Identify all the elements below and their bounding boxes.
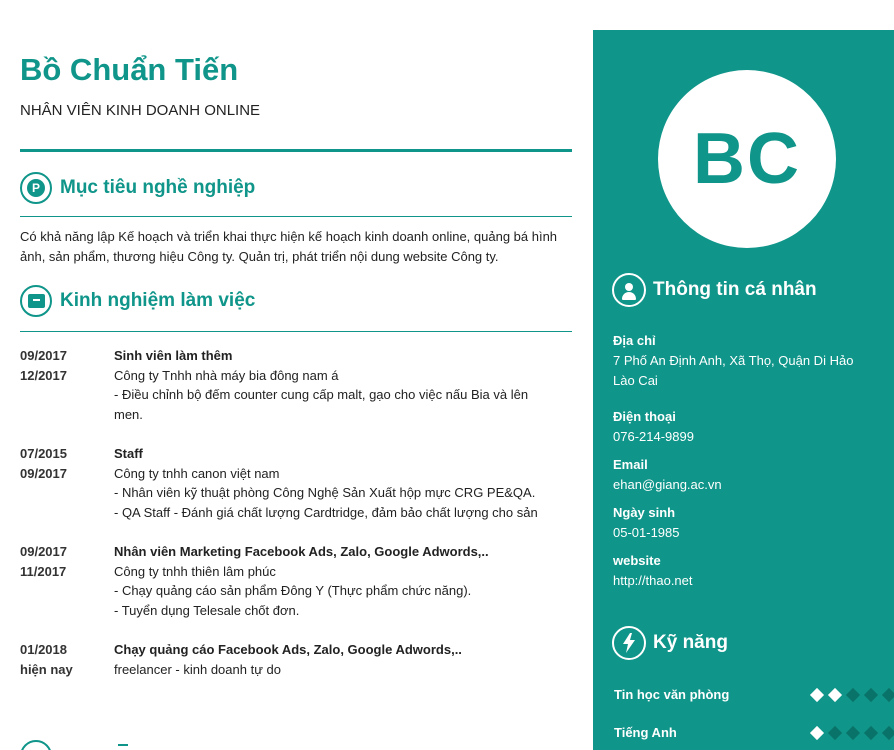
skill-diamond-filled (827, 687, 843, 703)
skills-heading: Kỹ năng (612, 626, 728, 660)
lightning-bolt-icon (612, 626, 646, 660)
phone-value: 076-214-9899 (613, 429, 694, 444)
job-entry: 09/2017 11/2017 Nhân viên Marketing Face… (20, 542, 580, 622)
website-value: http://thao.net (613, 573, 693, 588)
skill-diamond-filled (809, 725, 825, 741)
job-start-date: 09/2017 (20, 348, 67, 363)
email-value: ehan@giang.ac.vn (613, 477, 722, 492)
candidate-role: NHÂN VIÊN KINH DOANH ONLINE (20, 102, 261, 119)
skill-diamond-empty (881, 687, 894, 703)
skill-row: Tin học văn phòng (614, 687, 894, 703)
job-description: - Điều chỉnh bộ đếm counter cung cấp mal… (114, 387, 529, 402)
objective-heading: P Mục tiêu nghề nghiệp (20, 172, 255, 204)
address-line: 7 Phố An Định Anh, Xã Thọ, Quận Di Hảo (613, 353, 854, 368)
archive-box-icon (20, 285, 52, 317)
skill-diamond-empty (827, 725, 843, 741)
next-section-title-peek (118, 744, 128, 750)
phone-block: Điện thoại 076-214-9899 (613, 407, 883, 447)
main-column: Bồ Chuẩn Tiến NHÂN VIÊN KINH DOANH ONLIN… (0, 0, 593, 750)
phone-label: Điện thoại (613, 409, 676, 424)
job-company: Công ty tnhh canon việt nam (114, 465, 280, 481)
header-divider (20, 149, 572, 152)
personal-info-title: Thông tin cá nhân (653, 279, 817, 300)
job-description: - Nhân viên kỹ thuật phòng Công Nghệ Sản… (114, 485, 536, 500)
address-line: Lào Cai (613, 373, 658, 388)
skills-title: Kỹ năng (653, 632, 728, 653)
job-dates: 07/2015 09/2017 (20, 444, 110, 484)
objective-title: Mục tiêu nghề nghiệp (60, 177, 256, 198)
skill-diamond-empty (863, 687, 879, 703)
website-block: website http://thao.net (613, 551, 883, 591)
website-label: website (613, 553, 661, 568)
job-start-date: 09/2017 (20, 544, 67, 559)
job-company: Công ty tnhh thiên lâm phúc (114, 563, 276, 579)
job-entry: 01/2018 hiện nay Chạy quảng cáo Facebook… (20, 640, 580, 684)
skill-diamond-empty (881, 725, 894, 741)
job-description: - Chạy quảng cáo sản phẩm Đông Y (Thực p… (114, 583, 472, 598)
experience-heading: Kinh nghiệm làm việc (20, 285, 255, 317)
email-label: Email (613, 457, 648, 472)
skill-diamond-filled (809, 687, 825, 703)
user-icon (612, 273, 646, 307)
job-dates: 01/2018 hiện nay (20, 640, 110, 680)
candidate-name: Bồ Chuẩn Tiến (20, 52, 239, 87)
job-title: Nhân viên Marketing Facebook Ads, Zalo, … (114, 544, 489, 559)
experience-divider (20, 331, 572, 332)
next-section-icon (20, 740, 52, 750)
skill-diamond-empty (845, 687, 861, 703)
avatar: BC (658, 70, 836, 248)
skill-name: Tiếng Anh (614, 725, 677, 740)
skill-rating (809, 725, 894, 741)
job-dates: 09/2017 11/2017 (20, 542, 110, 582)
job-end-date: 12/2017 (20, 368, 67, 383)
address-block: Địa chỉ 7 Phố An Định Anh, Xã Thọ, Quận … (613, 331, 883, 391)
dob-block: Ngày sinh 05-01-1985 (613, 503, 883, 543)
job-start-date: 01/2018 (20, 642, 67, 657)
job-company: Công ty Tnhh nhà máy bia đông nam á (114, 367, 339, 383)
job-title: Staff (114, 446, 143, 461)
email-block: Email ehan@giang.ac.vn (613, 455, 883, 495)
pinterest-icon: P (20, 172, 52, 204)
address-label: Địa chỉ (613, 333, 656, 348)
skill-diamond-empty (845, 725, 861, 741)
objective-text: Có khả năng lập Kế hoạch và triển khai t… (20, 229, 558, 264)
job-title: Sinh viên làm thêm (114, 348, 233, 363)
job-end-date: 09/2017 (20, 466, 67, 481)
avatar-initials: BC (693, 119, 801, 199)
personal-info-heading: Thông tin cá nhân (612, 273, 817, 307)
job-title: Chạy quảng cáo Facebook Ads, Zalo, Googl… (114, 642, 462, 657)
dob-label: Ngày sinh (613, 505, 676, 520)
job-end-date: hiện nay (20, 662, 73, 677)
job-entry: 07/2015 09/2017 Staff Công ty tnhh canon… (20, 444, 580, 524)
job-description: - Tuyển dụng Telesale chốt đơn. (114, 602, 300, 618)
job-entry: 09/2017 12/2017 Sinh viên làm thêm Công … (20, 346, 580, 426)
job-end-date: 11/2017 (20, 564, 67, 579)
skill-rating (809, 687, 894, 703)
job-description: - QA Staff - Đánh giá chất lượng Cardtri… (114, 504, 538, 520)
skill-diamond-empty (863, 725, 879, 741)
job-dates: 09/2017 12/2017 (20, 346, 110, 386)
sidebar: BC Thông tin cá nhân Địa chỉ 7 Phố An Đị… (593, 30, 894, 750)
job-start-date: 07/2015 (20, 446, 67, 461)
job-company: freelancer - kinh doanh tự do (114, 661, 281, 677)
experience-title: Kinh nghiệm làm việc (60, 290, 256, 311)
objective-divider (20, 216, 572, 217)
skill-row: Tiếng Anh (614, 725, 894, 741)
dob-value: 05-01-1985 (613, 525, 680, 540)
skill-name: Tin học văn phòng (614, 687, 730, 702)
job-description: men. (114, 406, 143, 422)
